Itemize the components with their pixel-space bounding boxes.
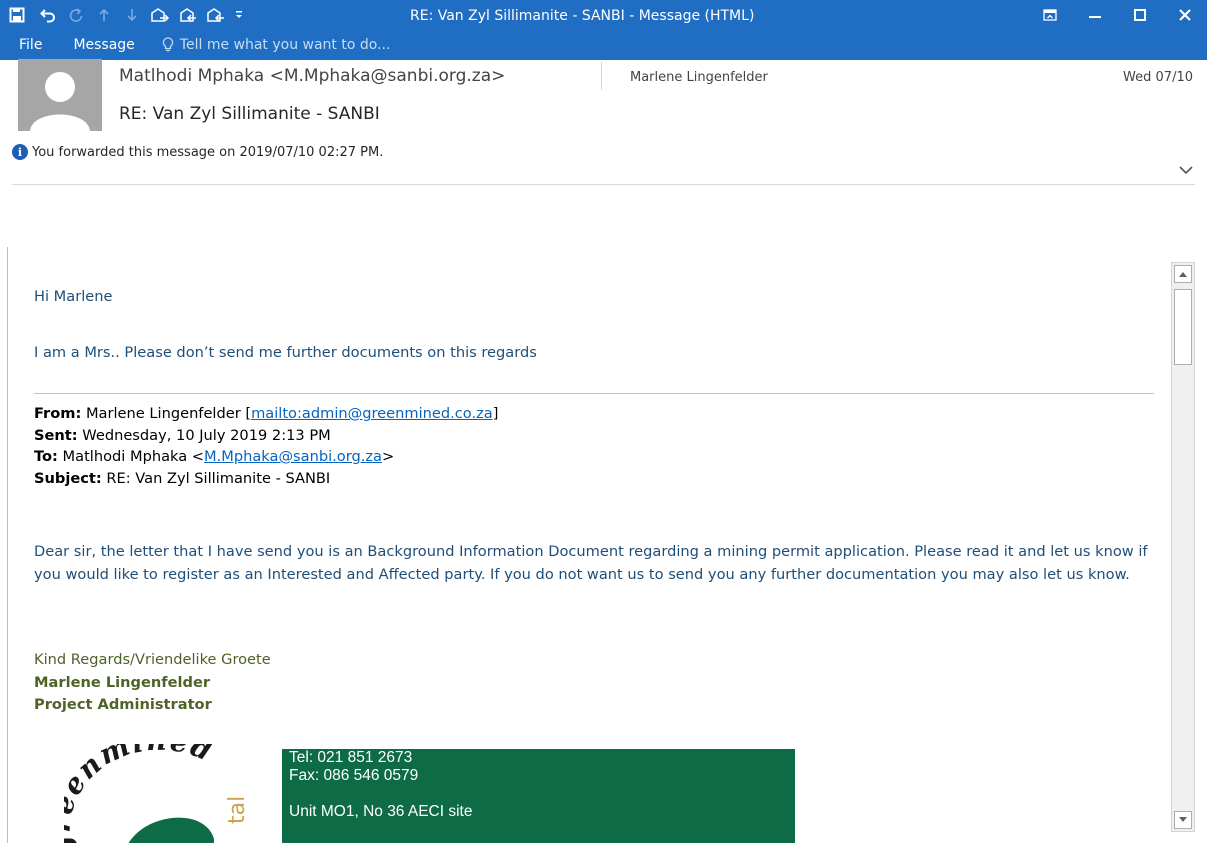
mailto-link[interactable]: mailto:admin@greenmined.co.za <box>251 405 493 422</box>
from-end: ] <box>492 405 499 422</box>
to-end: > <box>381 448 395 465</box>
forwarded-from: From: Marlene Lingenfelder [mailto:admin… <box>34 403 498 425</box>
signature-role: Project Administrator <box>34 696 212 713</box>
undo-icon[interactable] <box>34 0 62 30</box>
greeting: Hi Marlene <box>34 288 113 305</box>
forward-icon[interactable] <box>202 0 230 30</box>
reply-all-icon[interactable] <box>174 0 202 30</box>
header-divider <box>12 184 1195 185</box>
signature: Kind Regards/Vriendelike Groete Marlene … <box>34 649 271 717</box>
signature-closing: Kind Regards/Vriendelike Groete <box>34 651 271 668</box>
close-icon[interactable] <box>1162 0 1207 30</box>
logo-side-text: tal <box>225 796 250 824</box>
tab-message[interactable]: Message <box>61 37 153 53</box>
tell-me-search[interactable]: Tell me what you want to do... <box>162 37 391 53</box>
tab-file[interactable]: File <box>0 37 61 53</box>
sent-label: Sent: <box>34 426 78 444</box>
expand-header-icon[interactable] <box>1179 160 1193 179</box>
message-subject: RE: Van Zyl Sillimanite - SANBI <box>119 104 380 124</box>
sender[interactable]: Matlhodi Mphaka <M.Mphaka@sanbi.org.za> <box>119 66 505 86</box>
avatar <box>18 59 102 131</box>
vertical-scrollbar[interactable] <box>1171 262 1195 832</box>
message-body: Hi Marlene I am a Mrs.. Please don’t sen… <box>34 247 1164 843</box>
forwarded-to: To: Matlhodi Mphaka <M.Mphaka@sanbi.org.… <box>34 446 498 468</box>
title-bar: RE: Van Zyl Sillimanite - SANBI - Messag… <box>0 0 1207 60</box>
customize-dropdown-icon[interactable] <box>230 0 248 30</box>
header-separator <box>601 62 602 90</box>
reply-text: I am a Mrs.. Please don’t send me furthe… <box>34 344 537 361</box>
tell-me-text: Tell me what you want to do... <box>179 37 391 53</box>
scroll-up-icon[interactable] <box>1174 265 1192 283</box>
lightbulb-icon <box>162 37 174 52</box>
window-controls <box>1027 0 1207 30</box>
save-icon[interactable] <box>0 0 34 30</box>
from-name: Marlene Lingenfelder [ <box>81 405 252 422</box>
contact-address: Unit MO1, No 36 AECI site <box>289 803 473 820</box>
company-logo: greenmined tal <box>43 724 264 843</box>
minimize-icon[interactable] <box>1072 0 1117 30</box>
sent-value: Wednesday, 10 July 2019 2:13 PM <box>77 426 331 444</box>
forwarded-header: From: Marlene Lingenfelder [mailto:admin… <box>34 403 498 489</box>
to-label: To: <box>34 448 58 465</box>
ribbon-display-icon[interactable] <box>1027 0 1072 30</box>
contact-fax: Fax: 086 546 0579 <box>289 767 419 784</box>
from-label: From: <box>34 405 82 422</box>
maximize-icon[interactable] <box>1117 0 1162 30</box>
email-link[interactable]: M.Mphaka@sanbi.org.za <box>204 448 382 465</box>
received-date: Wed 07/10 <box>1123 70 1193 85</box>
info-icon: i <box>12 144 28 160</box>
body-paragraph: Dear sir, the letter that I have send yo… <box>34 543 1148 583</box>
next-item-icon <box>118 0 146 30</box>
info-bar[interactable]: i You forwarded this message on 2019/07/… <box>12 144 383 160</box>
redo-icon <box>62 0 90 30</box>
reading-pane-border <box>7 247 8 843</box>
subject-value: RE: Van Zyl Sillimanite - SANBI <box>101 469 331 487</box>
info-bar-text: You forwarded this message on 2019/07/10… <box>32 144 384 160</box>
reply-icon[interactable] <box>146 0 174 30</box>
message-header: Matlhodi Mphaka <M.Mphaka@sanbi.org.za> … <box>0 59 1207 247</box>
previous-item-icon <box>90 0 118 30</box>
recipient[interactable]: Marlene Lingenfelder <box>630 70 768 85</box>
quick-access-toolbar <box>0 0 248 30</box>
subject-label: Subject: <box>34 469 102 487</box>
forwarded-sent: Sent: Wednesday, 10 July 2019 2:13 PM <box>34 425 498 447</box>
contact-tel: Tel: 021 851 2673 <box>289 749 413 766</box>
signature-name: Marlene Lingenfelder <box>34 673 211 691</box>
to-name: Matlhodi Mphaka < <box>57 448 205 465</box>
window-title: RE: Van Zyl Sillimanite - SANBI - Messag… <box>410 8 755 24</box>
forwarded-subject: Subject: RE: Van Zyl Sillimanite - SANBI <box>34 468 498 490</box>
ribbon-tabs: File Message Tell me what you want to do… <box>0 30 390 60</box>
contact-block: Tel: 021 851 2673 Fax: 086 546 0579 Unit… <box>282 749 795 843</box>
scroll-thumb[interactable] <box>1174 289 1192 365</box>
quote-divider <box>34 393 1154 394</box>
scroll-down-icon[interactable] <box>1174 811 1192 829</box>
